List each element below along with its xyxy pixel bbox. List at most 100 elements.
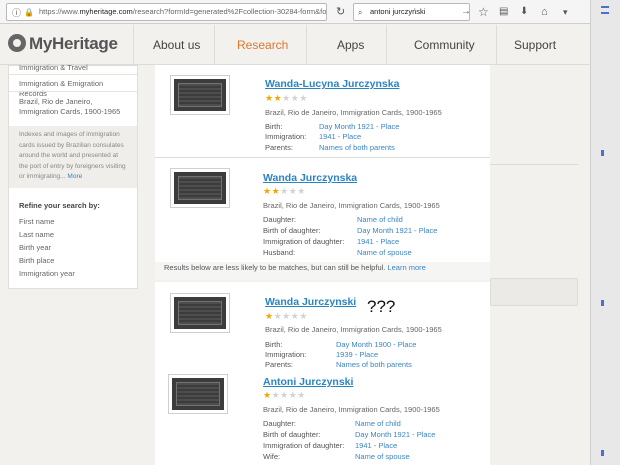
site-header: MyHeritage <box>0 25 590 65</box>
nav-research[interactable]: Research <box>237 38 288 52</box>
breadcrumb-category[interactable]: Immigration & Travel <box>9 63 98 73</box>
record-image <box>174 297 226 329</box>
result-collection: Brazil, Rio de Janeiro, Immigration Card… <box>265 108 442 117</box>
nav-community[interactable]: Community <box>414 38 475 52</box>
result-card: Wanda Jurczynska ★★★★★ Brazil, Rio de Ja… <box>155 158 490 262</box>
panel-marker <box>601 12 609 14</box>
logo-icon <box>8 34 26 52</box>
filter-birth-place[interactable]: Birth place <box>19 256 54 265</box>
record-thumbnail[interactable] <box>168 374 228 414</box>
field-value[interactable]: 1939 - Place <box>336 350 378 359</box>
field-value[interactable]: Day Month 1921 - Place <box>357 226 437 235</box>
filter-first-name[interactable]: First name <box>19 217 54 226</box>
result-card: Wanda-Lucyna Jurczynska ★★★★★ Brazil, Ri… <box>155 65 490 157</box>
field-label: Parents: <box>265 360 293 368</box>
field-label: Immigration of daughter: <box>263 441 345 450</box>
field-value[interactable]: Day Month 1921 - Place <box>319 122 399 131</box>
field-label: Birth: <box>265 340 283 349</box>
match-rating-stars: ★★★★★ <box>263 186 306 196</box>
result-collection: Brazil, Rio de Janeiro, Immigration Card… <box>263 201 440 210</box>
reload-icon[interactable]: ↻ <box>336 3 345 21</box>
record-image <box>172 378 224 410</box>
breadcrumb-subcategory[interactable]: Immigration & Emigration Records <box>9 79 137 99</box>
go-arrow-icon[interactable]: → <box>461 3 471 21</box>
result-name[interactable]: Antoni Jurczynski <box>263 376 353 388</box>
panel-marker <box>601 300 604 306</box>
field-value[interactable]: Name of spouse <box>355 452 410 461</box>
field-value[interactable]: Names of both parents <box>336 360 412 368</box>
field-label: Immigration: <box>265 132 307 141</box>
result-collection: Brazil, Rio de Janeiro, Immigration Card… <box>265 325 442 334</box>
field-label: Parents: <box>265 143 293 152</box>
info-icon[interactable]: ⓘ <box>12 4 21 20</box>
nav-divider <box>386 25 387 65</box>
panel-marker <box>601 6 609 8</box>
filter-birth-year[interactable]: Birth year <box>19 243 51 252</box>
field-value[interactable]: 1941 - Place <box>355 441 397 450</box>
breadcrumb-collection[interactable]: Brazil, Rio de Janeiro, Immigration Card… <box>9 97 137 117</box>
field-value[interactable]: Name of spouse <box>357 248 412 257</box>
address-bar[interactable]: ⓘ 🔒 https://www.myheritage.com/research?… <box>6 3 327 21</box>
field-value[interactable]: Names of both parents <box>319 143 395 152</box>
url-prefix: https://www. <box>39 7 80 16</box>
browser-search-value: antoni jurczyński <box>370 7 426 16</box>
divider <box>9 91 137 92</box>
magnifier-icon: ⌕ <box>358 8 363 17</box>
field-value[interactable]: Day Month 1900 - Place <box>336 340 416 349</box>
more-link[interactable]: More <box>67 173 82 180</box>
bookmark-star-icon[interactable]: ☆ <box>478 3 489 21</box>
myheritage-logo[interactable]: MyHeritage <box>8 34 118 54</box>
nav-divider <box>133 25 134 65</box>
match-rating-stars: ★★★★★ <box>265 311 308 321</box>
result-name[interactable]: Wanda Jurczynska <box>263 172 357 184</box>
field-label: Wife: <box>263 452 281 461</box>
divider <box>9 74 137 75</box>
field-label: Birth: <box>265 122 283 131</box>
field-value[interactable]: 1941 - Place <box>319 132 361 141</box>
record-image <box>174 172 226 204</box>
match-rating-stars: ★★★★★ <box>265 93 308 103</box>
field-label: Husband: <box>263 248 296 257</box>
field-value[interactable]: Day Month 1921 - Place <box>355 430 435 439</box>
results-background-panel <box>490 278 578 306</box>
download-icon[interactable]: ⬇ <box>520 3 528 21</box>
url-path: /research?formId=generated%2Fcollection-… <box>132 7 327 16</box>
field-value[interactable]: Name of child <box>355 419 401 428</box>
field-label: Daughter: <box>263 419 296 428</box>
field-label: Birth of daughter: <box>263 430 321 439</box>
record-image <box>174 79 226 111</box>
home-icon[interactable]: ⌂ <box>541 3 548 21</box>
field-label: Immigration of daughter: <box>263 237 345 246</box>
reading-list-icon[interactable]: ▤ <box>499 3 508 21</box>
less-likely-notice: Results below are less likely to be matc… <box>155 262 490 280</box>
record-thumbnail[interactable] <box>170 293 230 333</box>
nav-about-us[interactable]: About us <box>153 38 200 52</box>
record-thumbnail[interactable] <box>170 168 230 208</box>
field-label: Birth of daughter: <box>263 226 321 235</box>
browser-search-input[interactable]: ⌕ antoni jurczyński <box>353 3 470 21</box>
panel-marker <box>601 150 604 156</box>
sidebar: Immigration & Travel Immigration & Emigr… <box>8 63 138 289</box>
field-value[interactable]: 1941 - Place <box>357 237 399 246</box>
nav-support[interactable]: Support <box>514 38 556 52</box>
result-name[interactable]: Wanda Jurczynski <box>265 296 356 308</box>
chevron-down-icon[interactable]: ▾ <box>563 3 568 21</box>
nav-divider <box>306 25 307 65</box>
filter-immigration-year[interactable]: Immigration year <box>19 269 75 278</box>
field-label: Immigration: <box>265 350 307 359</box>
nav-divider <box>214 25 215 65</box>
record-thumbnail[interactable] <box>170 75 230 115</box>
result-name[interactable]: Wanda-Lucyna Jurczynska <box>265 78 399 90</box>
notice-text: Results below are less likely to be matc… <box>164 263 386 272</box>
divider <box>490 164 578 165</box>
nav-apps[interactable]: Apps <box>337 38 364 52</box>
learn-more-link[interactable]: Learn more <box>387 263 425 272</box>
nav-divider <box>496 25 497 65</box>
browser-toolbar: ⓘ 🔒 https://www.myheritage.com/research?… <box>0 0 620 24</box>
lock-icon: 🔒 <box>24 8 34 17</box>
refine-title: Refine your search by: <box>19 201 100 210</box>
result-card: Antoni Jurczynski ★★★★★ Brazil, Rio de J… <box>155 368 490 465</box>
field-value[interactable]: Name of child <box>357 215 403 224</box>
filter-last-name[interactable]: Last name <box>19 230 54 239</box>
side-panel-strip <box>590 0 620 465</box>
